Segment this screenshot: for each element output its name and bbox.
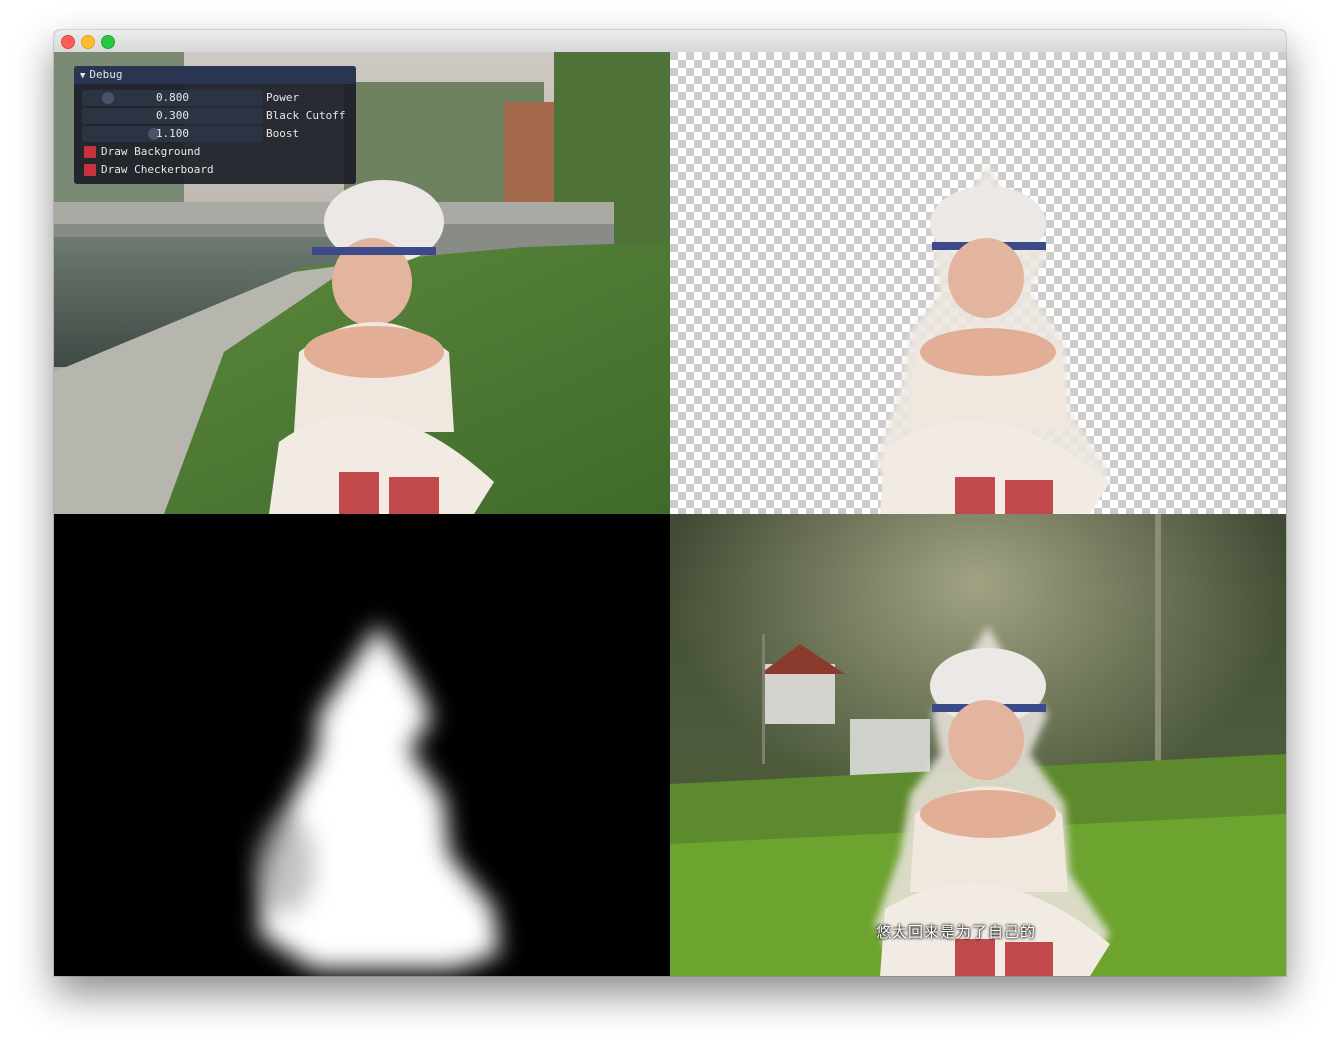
black-cutoff-slider[interactable]: 0.300: [82, 108, 263, 124]
minimize-window-button[interactable]: [81, 35, 95, 49]
black-cutoff-label: Black Cutoff: [266, 109, 346, 122]
power-value: 0.800: [155, 91, 190, 104]
draw-checkerboard-checkbox[interactable]: [84, 164, 96, 176]
draw-checkerboard-label: Draw Checkerboard: [101, 163, 214, 176]
collapse-triangle-icon[interactable]: ▼: [80, 67, 85, 85]
draw-background-label: Draw Background: [101, 145, 201, 158]
close-window-button[interactable]: [61, 35, 75, 49]
cutout-checkerboard-view: [670, 52, 1286, 514]
title-bar: [54, 30, 1286, 53]
boost-slider[interactable]: 1.100: [82, 126, 263, 142]
debug-panel-title: Debug: [89, 68, 123, 81]
draw-background-checkbox[interactable]: [84, 146, 96, 158]
app-window: ▼ Debug 0.800 Power 0.300 Black Cutoff 1…: [54, 30, 1286, 976]
video-subtitle: 悠太回来是为了自己的: [876, 923, 1037, 941]
cutout-image: [670, 52, 1286, 514]
debug-panel: ▼ Debug 0.800 Power 0.300 Black Cutoff 1…: [74, 66, 356, 184]
debug-panel-header[interactable]: ▼ Debug: [74, 66, 356, 84]
alpha-matte-view: [54, 514, 670, 976]
composite-view: 悠太回来是为了自己的: [670, 514, 1286, 976]
boost-label: Boost: [266, 127, 300, 140]
composite-image: [670, 514, 1286, 976]
boost-value: 1.100: [155, 127, 190, 140]
original-photo-view: ▼ Debug 0.800 Power 0.300 Black Cutoff 1…: [54, 52, 670, 514]
power-label: Power: [266, 91, 300, 104]
alpha-matte-image: [54, 514, 670, 976]
power-slider[interactable]: 0.800: [82, 90, 263, 106]
black-cutoff-value: 0.300: [155, 109, 190, 122]
maximize-window-button[interactable]: [101, 35, 115, 49]
